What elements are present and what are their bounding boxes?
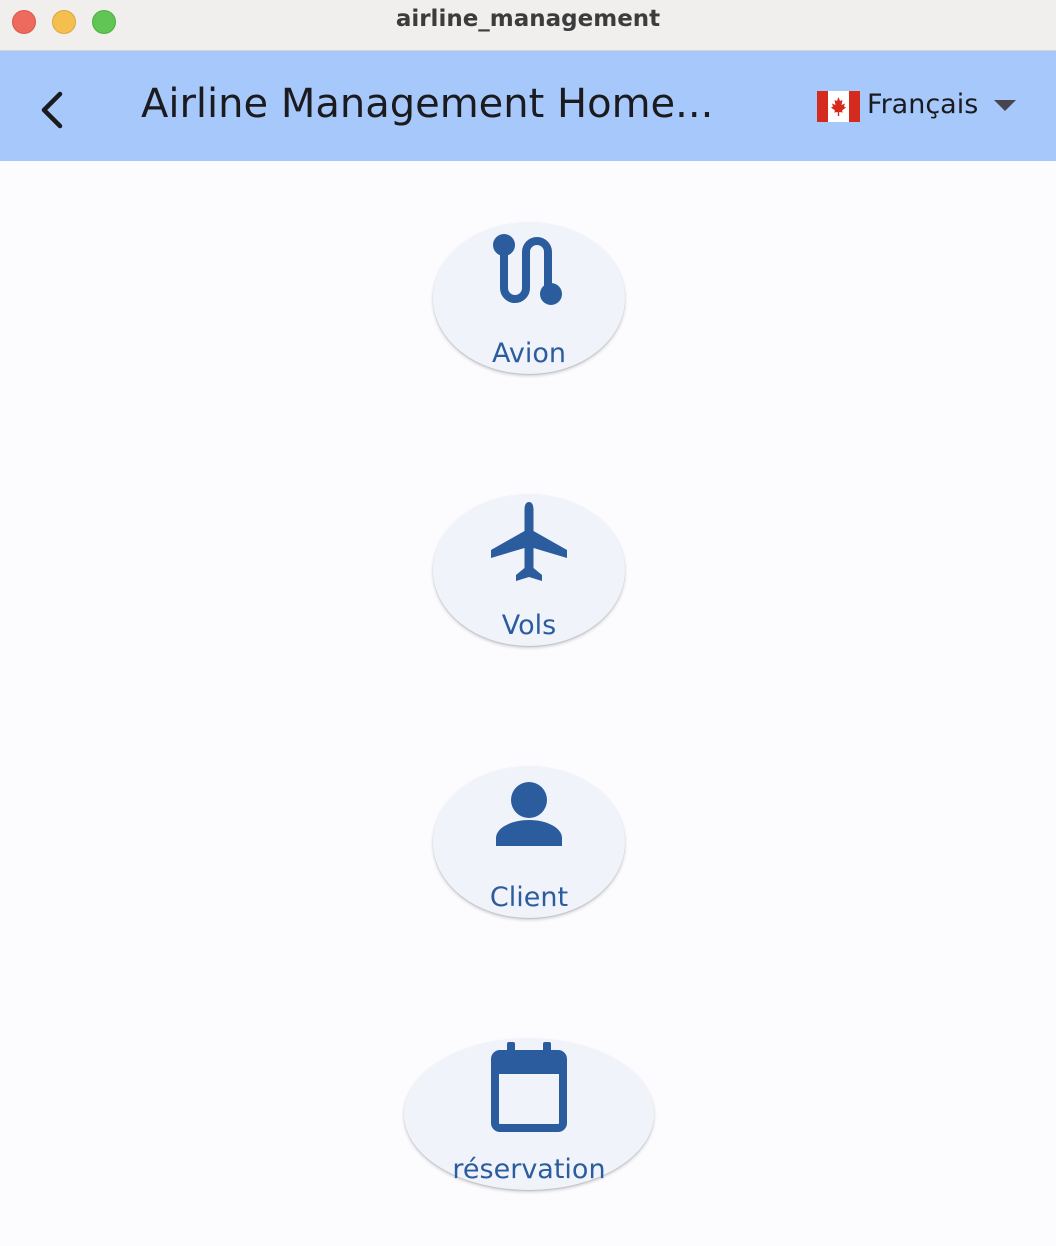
route-icon	[493, 234, 562, 305]
airplane-icon	[491, 502, 567, 581]
back-button[interactable]	[24, 80, 80, 136]
canada-flag-icon	[817, 91, 860, 122]
page-title: Airline Management Home...	[141, 81, 714, 127]
avion-label: Avion	[492, 338, 566, 369]
reservation-label: réservation	[452, 1154, 606, 1185]
language-label: Français	[867, 89, 979, 120]
window-title: airline_management	[395, 6, 661, 32]
window-titlebar: airline_management	[0, 0, 1056, 51]
vols-button[interactable]: Vols	[433, 494, 625, 646]
reservation-button[interactable]: réservation	[404, 1038, 654, 1190]
calendar-icon	[491, 1042, 567, 1132]
app-bar: Airline Management Home... Français	[0, 51, 1056, 161]
client-label: Client	[489, 882, 569, 913]
dropdown-arrow-icon	[994, 100, 1016, 111]
avion-button[interactable]: Avion	[433, 222, 625, 374]
client-button[interactable]: Client	[433, 766, 625, 918]
back-arrow-icon	[41, 91, 63, 129]
vols-label: Vols	[501, 610, 557, 641]
person-icon	[496, 782, 562, 846]
language-dropdown[interactable]: Français	[817, 88, 1027, 128]
